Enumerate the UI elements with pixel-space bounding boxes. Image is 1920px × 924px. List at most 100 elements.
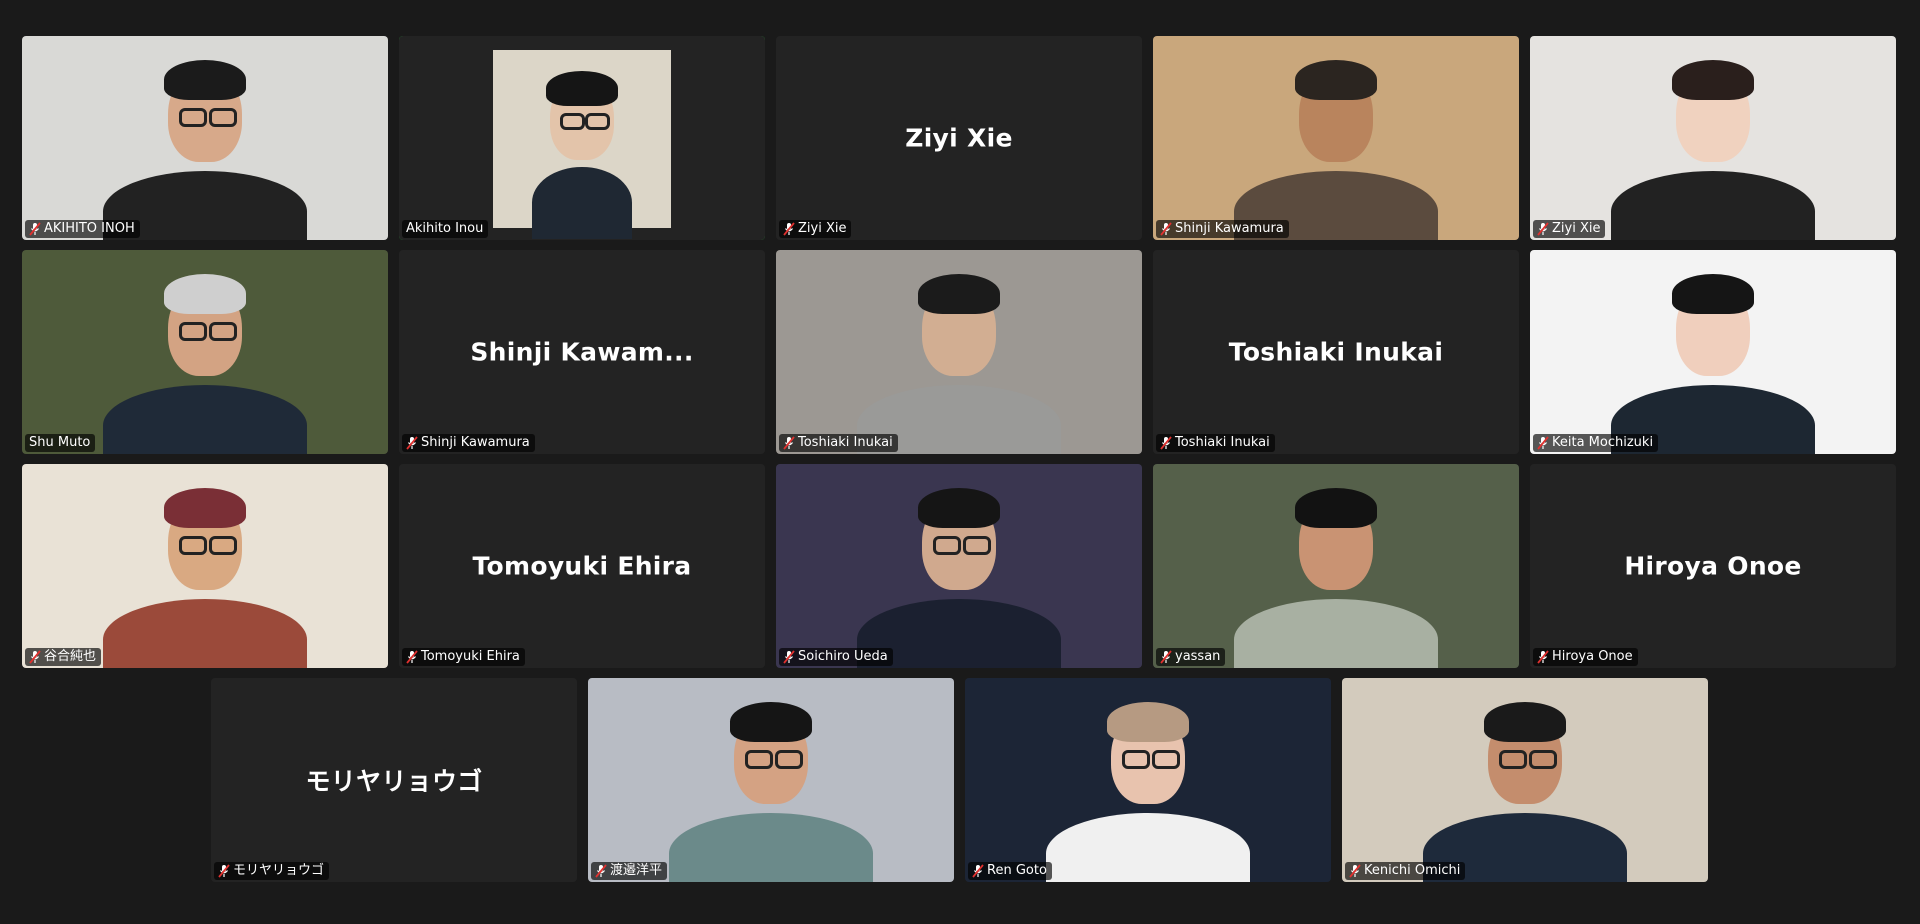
person-torso — [532, 167, 632, 239]
participant-tile[interactable]: AKIHITO INOH — [22, 36, 388, 240]
participant-name-label: Hiroya Onoe — [1533, 648, 1638, 666]
person-torso — [668, 812, 874, 882]
glasses-lens — [962, 536, 991, 556]
participant-tile[interactable]: 谷合純也 — [22, 464, 388, 668]
glasses-lens — [933, 536, 962, 556]
participant-tile[interactable]: モリヤリョウゴ モリヤリョウゴ — [211, 678, 577, 882]
participant-tile[interactable]: Toshiaki Inukai — [776, 250, 1142, 454]
participant-tile[interactable]: Keita Mochizuki — [1530, 250, 1896, 454]
person-hair — [546, 71, 618, 106]
mic-muted-icon — [783, 436, 795, 450]
participant-name-label: 渡邉洋平 — [591, 862, 668, 880]
mic-muted-icon — [1537, 222, 1549, 236]
participant-name: Tomoyuki Ehira — [421, 649, 520, 664]
participant-display-name: Toshiaki Inukai — [1228, 337, 1444, 367]
participant-name-label: Ren Goto — [968, 862, 1052, 880]
participant-video — [776, 464, 1142, 668]
participant-name: Ziyi Xie — [1552, 221, 1601, 236]
participant-name-label: yassan — [1156, 648, 1226, 666]
participant-name: AKIHITO INOH — [44, 221, 135, 236]
glasses-lens — [1499, 750, 1528, 770]
participant-tile[interactable]: Shu Muto — [22, 250, 388, 454]
participant-name: 谷合純也 — [44, 649, 97, 664]
person-hair — [163, 274, 247, 314]
participant-display-name: Shinji Kawam... — [470, 337, 694, 367]
participant-name-label: Tomoyuki Ehira — [402, 648, 525, 666]
participant-name-label: Shinji Kawamura — [402, 434, 535, 452]
participant-tile[interactable]: Kenichi Omichi — [1342, 678, 1708, 882]
participant-name-label: Kenichi Omichi — [1345, 862, 1466, 880]
profile-photo — [493, 50, 671, 239]
participant-name: Akihito Inou — [406, 221, 484, 236]
participant-name: 渡邉洋平 — [610, 863, 663, 878]
participant-tile[interactable]: Ziyi Xie Ziyi Xie — [776, 36, 1142, 240]
person-hair — [1294, 488, 1378, 528]
participant-display-name: Hiroya Onoe — [1624, 551, 1802, 581]
person-torso — [1610, 170, 1816, 240]
participant-name-label: Keita Mochizuki — [1533, 434, 1659, 452]
mic-muted-icon — [1349, 864, 1361, 878]
participant-name-label: Soichiro Ueda — [779, 648, 893, 666]
participant-name-label: Ziyi Xie — [1533, 220, 1606, 238]
participant-tile[interactable]: Shinji Kawamura — [1153, 36, 1519, 240]
participant-name-label: Toshiaki Inukai — [1156, 434, 1275, 452]
person-hair — [1671, 274, 1755, 314]
mic-muted-icon — [972, 864, 984, 878]
person-hair — [163, 60, 247, 100]
glasses-lens — [1151, 750, 1180, 770]
person-torso — [1045, 812, 1251, 882]
participant-name: Kenichi Omichi — [1364, 863, 1461, 878]
glasses-lens — [585, 112, 611, 131]
person-hair — [729, 702, 813, 742]
participant-name: Shinji Kawamura — [421, 435, 530, 450]
glasses-lens — [179, 108, 208, 128]
participant-tile[interactable]: Soichiro Ueda — [776, 464, 1142, 668]
glasses-lens — [745, 750, 774, 770]
mic-muted-icon — [783, 650, 795, 664]
participant-tile[interactable]: Hiroya Onoe Hiroya Onoe — [1530, 464, 1896, 668]
person-hair — [1483, 702, 1567, 742]
participant-name-label: モリヤリョウゴ — [214, 862, 330, 880]
participant-name-label: Akihito Inou — [402, 220, 489, 238]
participant-video — [1153, 464, 1519, 668]
glasses-lens — [208, 536, 237, 556]
participant-name: Ziyi Xie — [798, 221, 847, 236]
person-hair — [1106, 702, 1190, 742]
participant-tile[interactable]: Ziyi Xie — [1530, 36, 1896, 240]
participant-display-name: モリヤリョウゴ — [305, 767, 483, 796]
participant-tile[interactable]: Ren Goto — [965, 678, 1331, 882]
mic-muted-icon — [595, 864, 607, 878]
glasses-lens — [208, 322, 237, 342]
mic-muted-icon — [1160, 436, 1172, 450]
participant-name: モリヤリョウゴ — [233, 863, 325, 878]
participant-name: Hiroya Onoe — [1552, 649, 1633, 664]
participant-name: Toshiaki Inukai — [1175, 435, 1270, 450]
participant-tile[interactable]: Shinji Kawam... Shinji Kawamura — [399, 250, 765, 454]
person-hair — [1294, 60, 1378, 100]
participant-tile[interactable]: Toshiaki Inukai Toshiaki Inukai — [1153, 250, 1519, 454]
participant-tile[interactable]: Tomoyuki Ehira Tomoyuki Ehira — [399, 464, 765, 668]
mic-muted-icon — [783, 222, 795, 236]
participant-tile[interactable]: Akihito Inou — [399, 36, 765, 240]
participant-name-label: 谷合純也 — [25, 648, 102, 666]
participant-video — [22, 250, 388, 454]
mic-muted-icon — [1160, 650, 1172, 664]
participant-tile[interactable]: 渡邉洋平 — [588, 678, 954, 882]
glasses-lens — [208, 108, 237, 128]
participant-name-label: Shinji Kawamura — [1156, 220, 1289, 238]
participant-tile[interactable]: yassan — [1153, 464, 1519, 668]
mic-muted-icon — [1160, 222, 1172, 236]
participant-name: Ren Goto — [987, 863, 1047, 878]
mic-muted-icon — [406, 436, 418, 450]
mic-muted-icon — [218, 864, 230, 878]
glasses-lens — [559, 112, 585, 131]
participant-name-label: Ziyi Xie — [779, 220, 852, 238]
participant-video — [588, 678, 954, 882]
participant-video — [1530, 250, 1896, 454]
participant-video — [1153, 36, 1519, 240]
participant-name-label: Shu Muto — [25, 434, 96, 452]
participant-video — [776, 250, 1142, 454]
participant-name: Keita Mochizuki — [1552, 435, 1654, 450]
participant-name-label: Toshiaki Inukai — [779, 434, 898, 452]
glasses-lens — [1528, 750, 1557, 770]
